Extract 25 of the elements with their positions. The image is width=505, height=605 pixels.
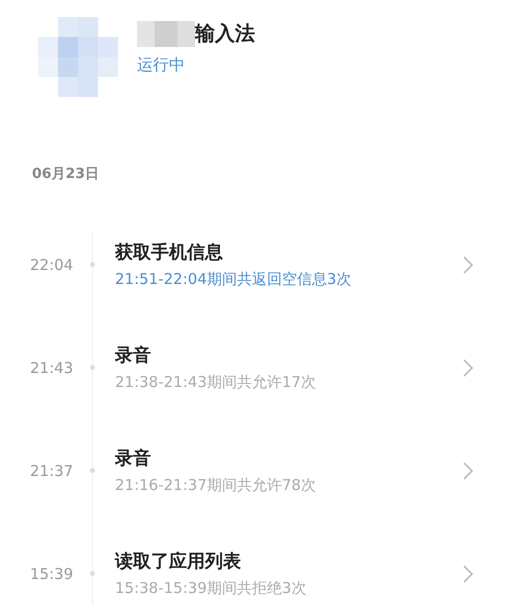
event-detail: 21:38-21:43期间共允许17次 <box>115 373 317 392</box>
event-title[interactable]: 录音 <box>115 446 463 470</box>
app-icon <box>38 17 118 97</box>
chevron-right-icon[interactable] <box>463 358 473 376</box>
event-detail: 15:38-15:39期间共拒绝3次 <box>115 579 308 598</box>
app-name: 输入法 <box>195 20 255 47</box>
app-status: 运行中 <box>137 55 186 76</box>
event-time: 15:39 <box>29 564 74 582</box>
timeline-dot <box>90 468 95 473</box>
date-label: 06月23日 <box>31 165 100 183</box>
event-title[interactable]: 录音 <box>115 343 463 367</box>
event-detail: 21:51-22:04期间共返回空信息3次 <box>115 270 352 289</box>
chevron-right-icon[interactable] <box>463 256 473 274</box>
timeline-dot <box>90 262 95 267</box>
event-title[interactable]: 读取了应用列表 <box>115 549 463 573</box>
chevron-right-icon[interactable] <box>463 462 473 480</box>
event-time: 21:37 <box>29 462 74 480</box>
event-detail: 21:16-21:37期间共允许78次 <box>115 476 317 495</box>
event-time: 22:04 <box>29 256 74 274</box>
timeline-dot <box>90 571 95 576</box>
event-title[interactable]: 获取手机信息 <box>115 240 463 264</box>
chevron-right-icon[interactable] <box>463 564 473 582</box>
event-time: 21:43 <box>29 358 74 376</box>
blurred-text <box>137 20 195 46</box>
timeline-dot <box>90 365 95 370</box>
